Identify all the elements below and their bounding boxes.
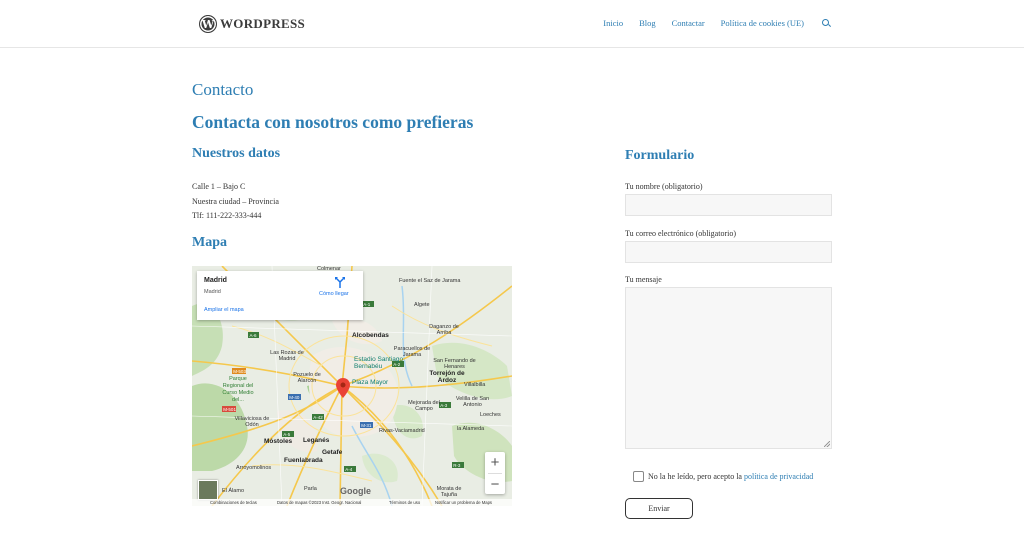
wordpress-logo-icon: W xyxy=(199,15,217,33)
privacy-policy-link[interactable]: política de privacidad xyxy=(744,472,813,481)
svg-text:M-31: M-31 xyxy=(361,423,372,428)
name-label: Tu nombre (obligatorio) xyxy=(625,182,703,191)
map-label: Velilla de San Antonio xyxy=(455,396,490,408)
svg-text:R-3: R-3 xyxy=(453,463,461,468)
map-label: Parque Regional del Curso Medio del... xyxy=(222,376,254,403)
directions-link[interactable]: Cómo llegar xyxy=(319,291,349,297)
email-field[interactable] xyxy=(625,241,832,263)
email-label: Tu correo electrónico (obligatorio) xyxy=(625,229,737,238)
terms-link[interactable]: Términos de uso xyxy=(389,500,420,505)
form-heading: Formulario xyxy=(625,148,695,163)
contact-address: Calle 1 – Bajo C Nuestra ciudad – Provin… xyxy=(192,180,279,224)
nav-item-inicio[interactable]: Inicio xyxy=(603,18,623,28)
svg-text:M-40: M-40 xyxy=(289,395,300,400)
svg-text:A-42: A-42 xyxy=(313,415,323,420)
map-label: la Alameda xyxy=(457,426,485,432)
map-label: El Álamo xyxy=(222,488,245,494)
zoom-in-button[interactable]: + xyxy=(485,452,505,473)
map-place-name: Madrid xyxy=(204,277,227,284)
logo-text: WordPress xyxy=(220,16,306,31)
map-label: Móstoles xyxy=(264,438,293,445)
datos-heading: Nuestros datos xyxy=(192,146,281,161)
map-label: San Fernando de Henares xyxy=(433,358,476,370)
site-header: W WordPress Inicio Blog Contactar Políti… xyxy=(0,0,1024,48)
map-label: Pozuelo de Alarcón xyxy=(293,372,321,384)
map-label: Torrejón de Ardoz xyxy=(429,370,465,384)
zoom-controls: + − xyxy=(485,452,505,494)
report-problem-link[interactable]: Notificar un problema de Maps xyxy=(435,500,492,505)
google-map[interactable]: A-6 A-1 A-2 A-3 A-4 A-5 A-42 M-40 M-31 M… xyxy=(192,266,512,506)
enlarge-map-link[interactable]: Ampliar el mapa xyxy=(204,307,244,313)
map-label: Leganés xyxy=(303,437,330,444)
map-data-credit: Datos de mapas ©2023 Inst. Geogr. Nacion… xyxy=(277,500,362,505)
map-info-card: Madrid Madrid Ampliar el mapa Cómo llega… xyxy=(197,271,363,320)
zoom-out-button[interactable]: − xyxy=(485,474,505,495)
map-label: Villalbilla xyxy=(464,382,486,388)
map-label: Villaviciosa de Odón xyxy=(234,416,270,428)
svg-text:A-5: A-5 xyxy=(283,432,291,437)
map-label: Las Rozas de Madrid xyxy=(270,350,304,362)
svg-text:A-1: A-1 xyxy=(363,302,371,307)
map-label: Fuenlabrada xyxy=(284,457,323,464)
map-label: Getafe xyxy=(322,449,343,456)
map-label: Parla xyxy=(304,486,317,492)
map-label: Loeches xyxy=(480,412,501,418)
main-nav: Inicio Blog Contactar Política de cookie… xyxy=(587,18,831,28)
page-title: Contacto xyxy=(192,80,254,99)
nav-item-cookies[interactable]: Política de cookies (UE) xyxy=(721,18,804,28)
nav-item-contactar[interactable]: Contactar xyxy=(672,18,705,28)
svg-text:A-6: A-6 xyxy=(250,333,258,338)
resize-handle-icon[interactable] xyxy=(824,441,830,447)
consent-text: No la he leído, pero acepto la xyxy=(648,472,744,481)
map-attribution: Combinaciones de teclas Datos de mapas ©… xyxy=(192,499,512,506)
privacy-consent-text: No la he leído, pero acepto la política … xyxy=(648,472,813,481)
nav-item-blog[interactable]: Blog xyxy=(639,18,656,28)
svg-text:A-4: A-4 xyxy=(345,467,353,472)
main-heading: Contacta con nosotros como prefieras xyxy=(192,112,474,132)
map-label: Morata de Tajuña xyxy=(436,486,462,498)
submit-button[interactable]: Enviar xyxy=(625,498,693,519)
map-label: Fuente el Saz de Jarama xyxy=(399,278,461,284)
search-icon[interactable] xyxy=(822,18,831,28)
map-label: Arroyomolinos xyxy=(236,465,272,471)
satellite-toggle-thumbnail[interactable] xyxy=(198,480,218,500)
address-line: Calle 1 – Bajo C xyxy=(192,182,246,191)
map-label: Estadio Santiago Bernabéu xyxy=(354,356,404,370)
svg-text:M-503: M-503 xyxy=(233,369,246,374)
map-label: Plaza Mayor xyxy=(352,379,389,386)
message-label: Tu mensaje xyxy=(625,275,662,284)
map-label: Rivas-Vaciamadrid xyxy=(379,428,425,434)
map-marker-icon[interactable] xyxy=(336,378,350,398)
map-label: Alcobendas xyxy=(352,332,389,339)
directions-icon[interactable] xyxy=(334,276,346,288)
name-field[interactable] xyxy=(625,194,832,216)
map-label: Mejorada del Campo xyxy=(408,400,440,412)
site-logo[interactable]: W WordPress xyxy=(199,15,305,33)
keyboard-shortcuts-link[interactable]: Combinaciones de teclas xyxy=(210,500,257,505)
google-logo: Google xyxy=(340,486,371,496)
privacy-checkbox[interactable] xyxy=(633,471,644,482)
message-textarea[interactable] xyxy=(625,287,832,449)
svg-text:M-501: M-501 xyxy=(223,407,236,412)
address-line: Nuestra ciudad – Provincia xyxy=(192,196,279,206)
phone-line: Tlf: 111-222-333-444 xyxy=(192,211,262,220)
map-place-address: Madrid xyxy=(204,289,221,295)
map-label: Algete xyxy=(414,302,430,308)
map-label: Daganzo de Arriba xyxy=(429,324,459,336)
mapa-heading: Mapa xyxy=(192,235,227,250)
